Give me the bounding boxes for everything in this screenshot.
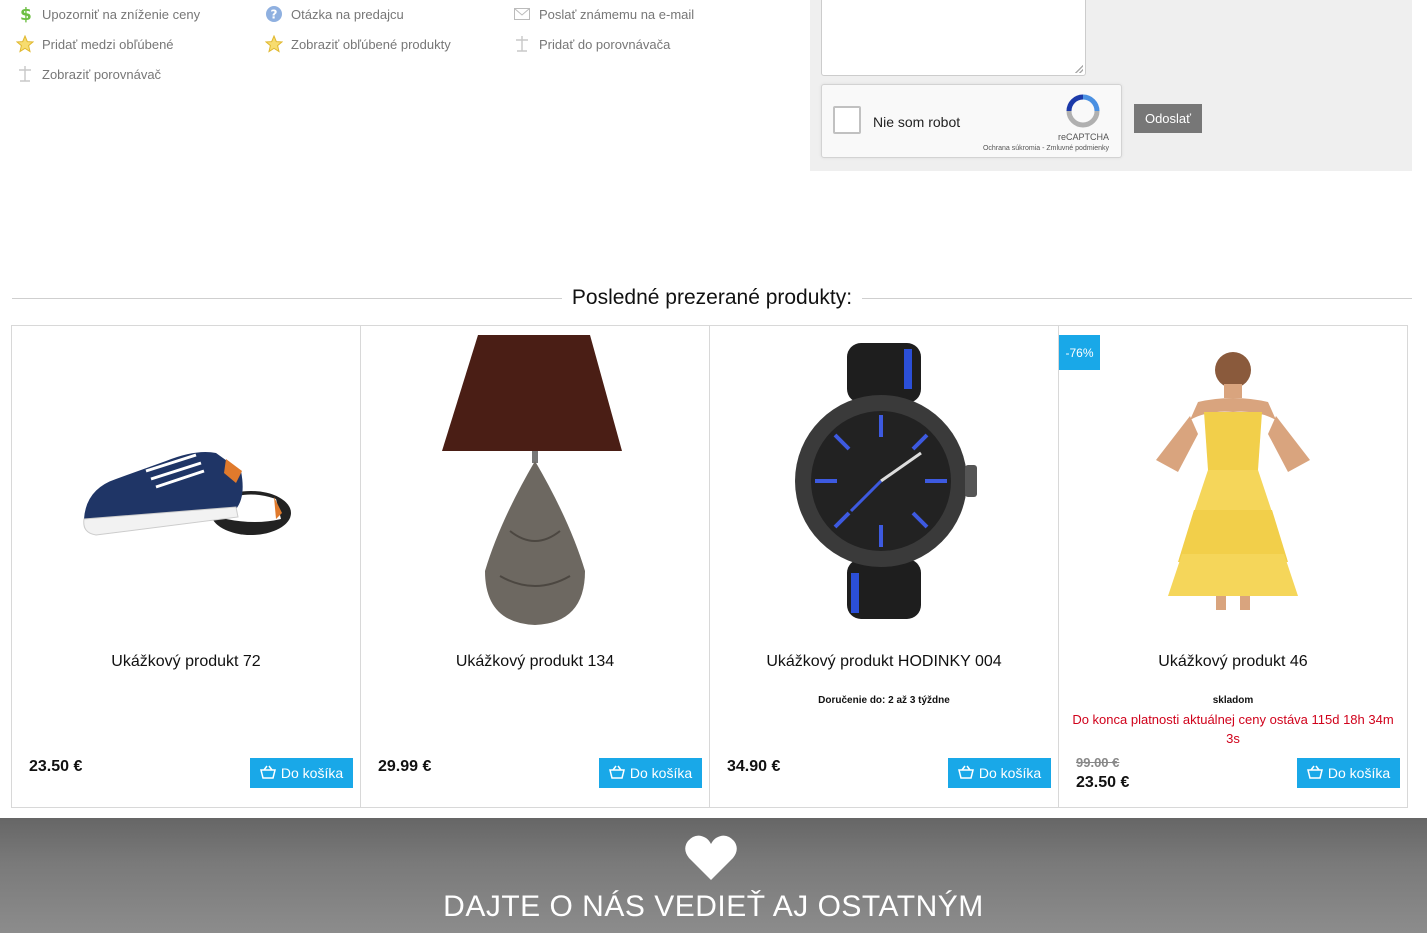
delivery-info: Doručenie do: 2 až 3 týždne — [818, 695, 950, 706]
product-card: Ukážkový produkt 72 23.50 € Do košíka — [12, 326, 361, 807]
action-label: Otázka na predajcu — [291, 6, 404, 22]
recaptcha-widget: Nie som robot reCAPTCHA Ochrana súkromia… — [821, 84, 1122, 158]
divider-right — [862, 297, 1412, 299]
add-to-compare-link[interactable]: Pridať do porovnávača — [513, 35, 670, 53]
recent-products-grid: Ukážkový produkt 72 23.50 € Do košíka Uk… — [11, 325, 1408, 808]
product-image-watch[interactable] — [710, 326, 1058, 636]
add-to-favorites-link[interactable]: Pridať medzi obľúbené — [16, 35, 174, 53]
product-card: Ukážkový produkt HODINKY 004 Doručenie d… — [710, 326, 1059, 807]
product-image-dress[interactable] — [1059, 326, 1407, 636]
action-label: Zobraziť obľúbené produkty — [291, 36, 451, 52]
share-banner: DAJTE O NÁS VEDIEŤ AJ OSTATNÝM — [0, 818, 1427, 933]
product-name[interactable]: Ukážkový produkt 46 — [1059, 653, 1407, 671]
recaptcha-logo-icon — [1066, 94, 1100, 128]
product-price: 23.50 € — [29, 758, 83, 775]
basket-icon — [957, 765, 974, 782]
product-name[interactable]: Ukážkový produkt 72 — [12, 653, 360, 671]
compare-icon — [16, 65, 34, 83]
recaptcha-brand: reCAPTCHA — [1057, 132, 1109, 142]
product-price: 34.90 € — [727, 758, 781, 775]
show-favorites-link[interactable]: Zobraziť obľúbené produkty — [265, 35, 451, 53]
price-countdown: Do konca platnosti aktuálnej ceny ostáva… — [1072, 712, 1394, 746]
price-drop-alert-link[interactable]: $ Upozorniť na zníženie ceny — [16, 5, 200, 23]
product-price: 23.50 € — [1076, 774, 1130, 791]
action-label: Poslať známemu na e-mail — [539, 6, 695, 22]
add-to-cart-button[interactable]: Do košíka — [948, 758, 1051, 788]
resize-grip-icon[interactable] — [1075, 65, 1083, 73]
envelope-icon — [513, 5, 531, 23]
heart-icon — [685, 835, 737, 880]
basket-icon — [608, 765, 625, 782]
product-image-lamp[interactable] — [361, 326, 709, 636]
product-card: -76% Ukážkový produkt 46 skladom Do konc… — [1059, 326, 1407, 807]
add-to-cart-button[interactable]: Do košíka — [250, 758, 353, 788]
recent-products-heading: Posledné prezerané produkty: — [12, 284, 1412, 312]
recaptcha-links[interactable]: Ochrana súkromia - Zmluvné podmienky — [983, 145, 1109, 152]
send-to-friend-link[interactable]: Poslať známemu na e-mail — [513, 5, 694, 23]
product-name[interactable]: Ukážkový produkt HODINKY 004 — [710, 653, 1058, 671]
stock-status: skladom — [1212, 695, 1254, 706]
send-button[interactable]: Odoslať — [1134, 104, 1202, 133]
divider-left — [12, 297, 562, 299]
section-title: Posledné prezerané produkty: — [571, 286, 853, 309]
basket-icon — [1306, 765, 1323, 782]
add-to-cart-button[interactable]: Do košíka — [1297, 758, 1400, 788]
ask-seller-link[interactable]: ? Otázka na predajcu — [265, 5, 404, 23]
product-price: 29.99 € — [378, 758, 432, 775]
svg-text:$: $ — [20, 5, 32, 23]
show-compare-link[interactable]: Zobraziť porovnávač — [16, 65, 161, 83]
product-name[interactable]: Ukážkový produkt 134 — [361, 653, 709, 671]
dollar-icon: $ — [16, 5, 34, 23]
svg-text:?: ? — [271, 8, 278, 22]
star-icon — [16, 35, 34, 53]
cart-label: Do košíka — [1327, 765, 1391, 781]
old-price: 99.00 € — [1076, 755, 1120, 770]
product-image-sneaker[interactable] — [12, 326, 360, 636]
add-to-cart-button[interactable]: Do košíka — [599, 758, 702, 788]
action-label: Zobraziť porovnávač — [42, 66, 162, 82]
cart-label: Do košíka — [280, 765, 344, 781]
action-label: Upozorniť na zníženie ceny — [42, 6, 201, 22]
action-label: Pridať medzi obľúbené — [42, 36, 174, 52]
recaptcha-label: Nie som robot — [873, 114, 961, 130]
message-textarea[interactable] — [821, 0, 1086, 76]
cart-label: Do košíka — [978, 765, 1042, 781]
product-card: Ukážkový produkt 134 29.99 € Do košíka — [361, 326, 710, 807]
basket-icon — [259, 765, 276, 782]
cart-label: Do košíka — [629, 765, 693, 781]
share-title: DAJTE O NÁS VEDIEŤ AJ OSTATNÝM — [443, 890, 984, 923]
star-icon — [265, 35, 283, 53]
compare-icon — [513, 35, 531, 53]
action-label: Pridať do porovnávača — [539, 36, 671, 52]
recaptcha-checkbox[interactable] — [833, 106, 861, 134]
question-icon: ? — [265, 5, 283, 23]
